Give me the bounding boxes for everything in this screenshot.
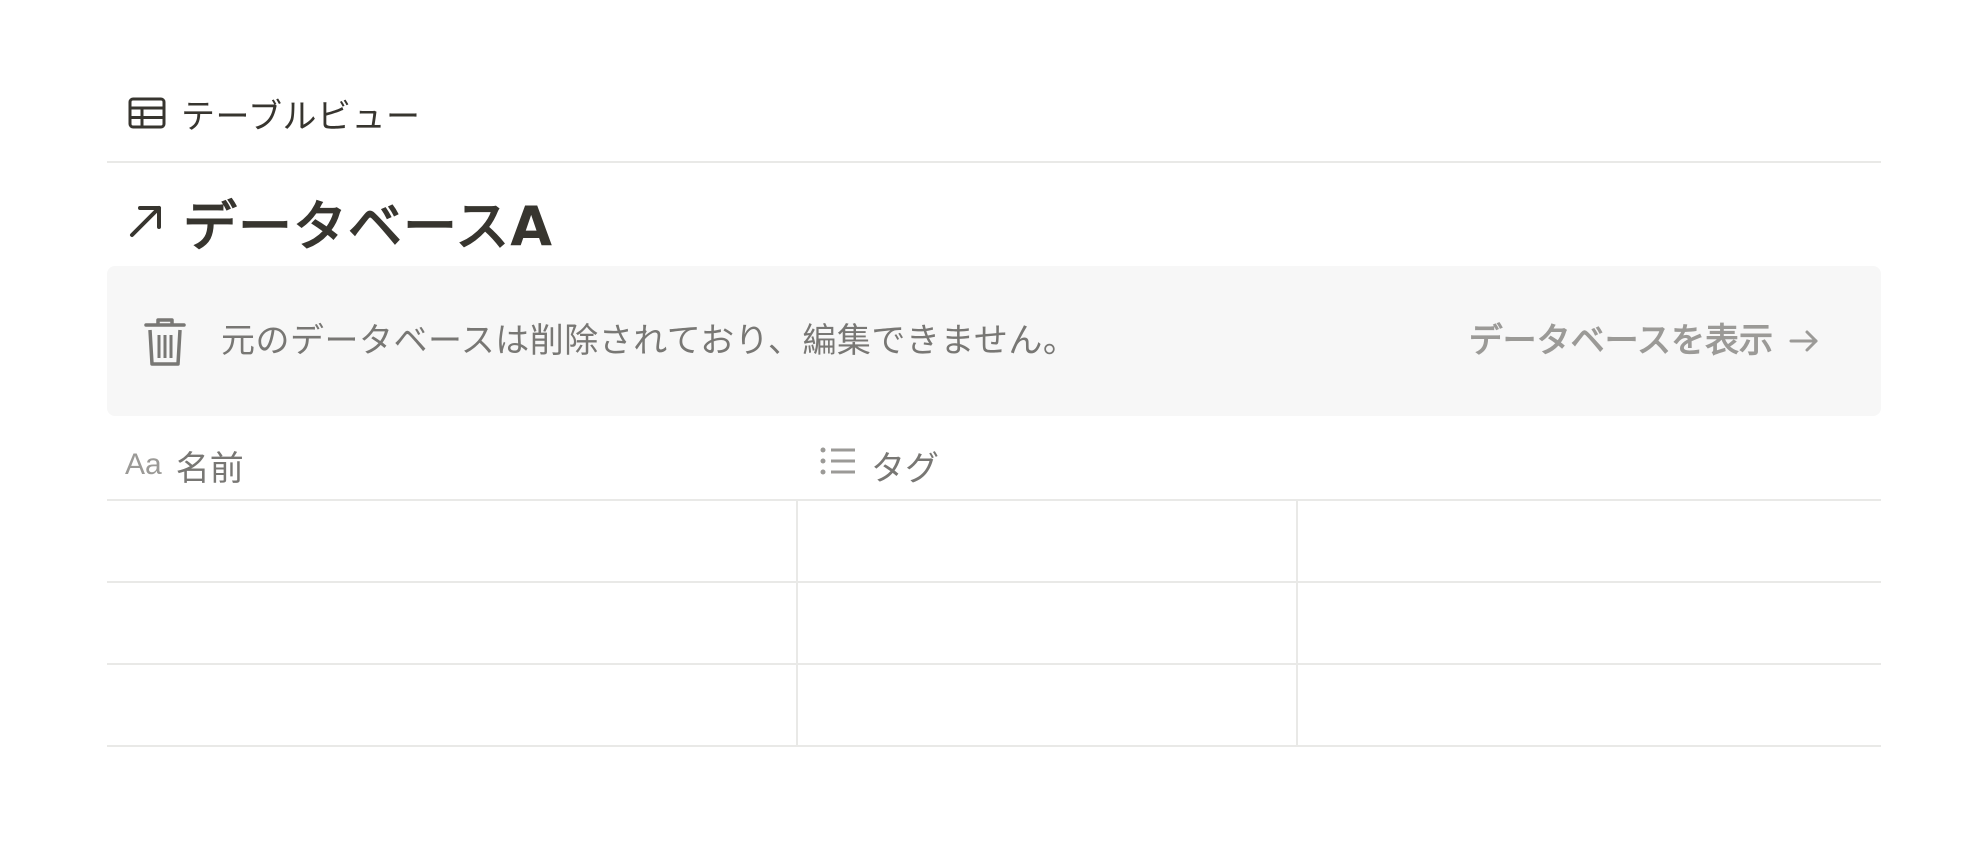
deleted-database-banner: 元のデータベースは削除されており、編集できません。 データベースを表示 xyxy=(107,266,1881,416)
table-row xyxy=(107,665,1881,747)
tag-cell[interactable] xyxy=(798,583,1298,663)
banner-message: 元のデータベースは削除されており、編集できません。 xyxy=(221,321,1078,361)
table-icon xyxy=(127,96,167,130)
tag-cell[interactable] xyxy=(798,665,1298,745)
view-database-link[interactable]: データベースを表示 xyxy=(1469,316,1821,366)
view-tab-label: テーブルビュー xyxy=(181,96,421,137)
name-cell[interactable] xyxy=(107,501,798,581)
extra-cell[interactable] xyxy=(1298,583,1881,663)
text-property-icon: Aa xyxy=(125,448,162,481)
name-cell[interactable] xyxy=(107,583,798,663)
view-database-label: データベースを表示 xyxy=(1468,321,1773,361)
column-header-tag[interactable]: タグ xyxy=(819,430,939,500)
column-header-label: 名前 xyxy=(175,448,244,489)
name-cell[interactable] xyxy=(107,665,798,745)
table-row xyxy=(107,501,1881,583)
table-row xyxy=(107,583,1881,665)
extra-cell[interactable] xyxy=(1298,501,1881,581)
view-tab[interactable]: テーブルビュー xyxy=(107,88,420,138)
table-body xyxy=(107,501,1881,747)
view-divider xyxy=(107,161,1881,163)
trash-icon xyxy=(143,316,187,368)
list-icon xyxy=(819,445,857,486)
column-header-name[interactable]: Aa 名前 xyxy=(125,430,244,500)
arrow-right-icon xyxy=(1787,324,1821,358)
tag-cell[interactable] xyxy=(798,501,1298,581)
table-header: Aa 名前 タグ xyxy=(107,430,1881,500)
database-title-text: データベースA xyxy=(183,194,554,258)
column-header-label: タグ xyxy=(871,448,939,489)
database-title[interactable]: データベースA xyxy=(107,186,553,258)
arrow-up-right-icon xyxy=(125,200,167,242)
extra-cell[interactable] xyxy=(1298,665,1881,745)
